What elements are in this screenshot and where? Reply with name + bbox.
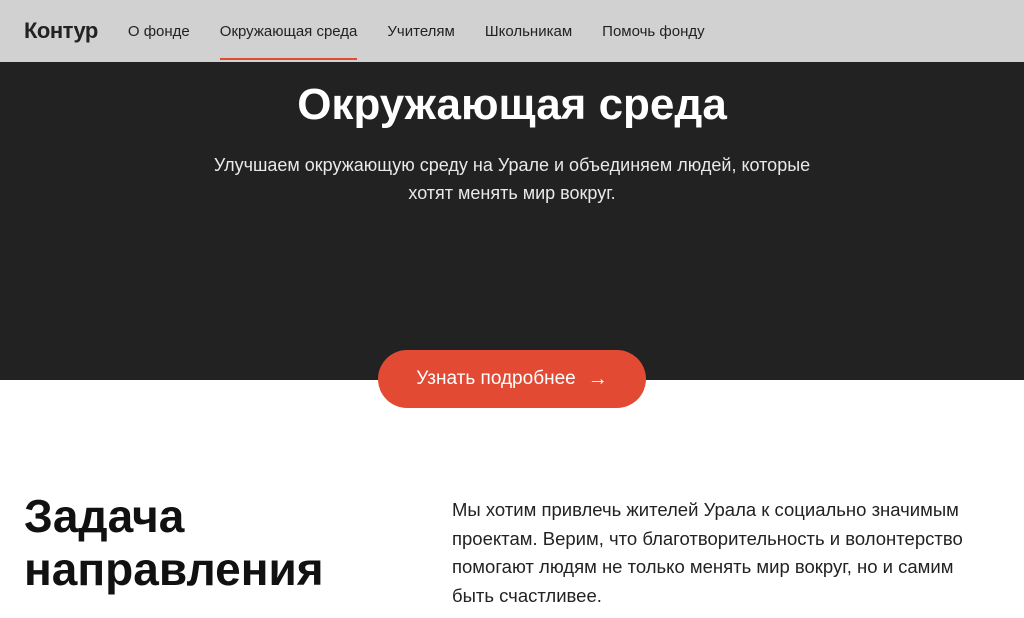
arrow-right-icon: →: [588, 369, 608, 389]
hero-section: Окружающая среда Улучшаем окружающую сре…: [0, 62, 1024, 380]
hero-title: Окружающая среда: [40, 80, 984, 130]
cta-wrap: Узнать подробнее →: [0, 350, 1024, 408]
logo[interactable]: Контур: [24, 18, 98, 44]
cta-label: Узнать подробнее: [416, 368, 575, 390]
section-title: Задача направления: [24, 490, 404, 611]
nav-item-teachers[interactable]: Учителям: [387, 3, 454, 60]
nav-item-about[interactable]: О фонде: [128, 3, 190, 60]
hero-subtitle: Улучшаем окружающую среду на Урале и объ…: [192, 152, 832, 208]
learn-more-button[interactable]: Узнать подробнее →: [378, 350, 645, 408]
nav-item-students[interactable]: Школьникам: [485, 3, 572, 60]
nav-item-environment[interactable]: Окружающая среда: [220, 3, 358, 60]
top-nav: Контур О фонде Окружающая среда Учителям…: [0, 0, 1024, 62]
nav-items: О фонде Окружающая среда Учителям Школьн…: [128, 3, 705, 60]
section-body: Мы хотим привлечь жителей Урала к социал…: [452, 490, 1000, 611]
nav-item-help[interactable]: Помочь фонду: [602, 3, 704, 60]
mission-section: Задача направления Мы хотим привлечь жит…: [0, 380, 1024, 611]
